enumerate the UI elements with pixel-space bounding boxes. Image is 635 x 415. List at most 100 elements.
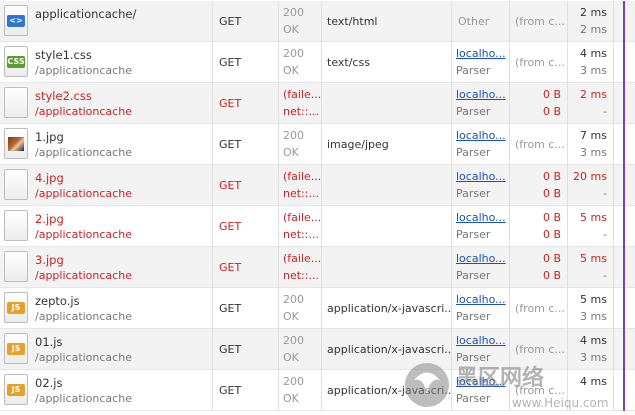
mime-type: application/x-javascri... bbox=[327, 302, 452, 315]
request-name: 1.jpg bbox=[35, 130, 64, 144]
mime-type: text/css bbox=[327, 56, 370, 69]
name-cell[interactable]: JS zepto.js/applicationcache bbox=[0, 288, 213, 329]
status-code: (faile... bbox=[283, 252, 322, 265]
type-cell bbox=[322, 206, 452, 247]
name-cell[interactable]: <> applicationcache/ bbox=[0, 1, 213, 42]
name-cell[interactable]: 4.jpg/applicationcache bbox=[0, 165, 213, 206]
type-cell: text/html bbox=[322, 1, 452, 42]
time-value: 2 ms bbox=[580, 6, 607, 19]
name-cell[interactable]: 2.jpg/applicationcache bbox=[0, 206, 213, 247]
request-method: GET bbox=[219, 179, 242, 192]
type-cell: text/css bbox=[322, 42, 452, 83]
name-cell[interactable]: JS 02.js/applicationcache bbox=[0, 370, 213, 411]
initiator-type: Parser bbox=[456, 228, 491, 241]
file-type-badge: CSS bbox=[7, 56, 25, 68]
type-cell: application/x-javascri... bbox=[322, 288, 452, 329]
request-row[interactable]: 4.jpg/applicationcache GET (faile... net::.… bbox=[0, 165, 635, 206]
initiator-link[interactable]: localho... bbox=[456, 334, 506, 347]
initiator-link[interactable]: localho... bbox=[456, 129, 506, 142]
request-row[interactable]: JS 02.js/applicationcache GET 200 OK applicat… bbox=[0, 370, 635, 411]
request-row[interactable]: <> applicationcache/GET 200 OK text/html Othe… bbox=[0, 1, 635, 42]
request-row[interactable]: 3.jpg/applicationcache GET (faile...net::.… bbox=[0, 247, 635, 288]
size-cell: (from c... bbox=[510, 124, 568, 165]
request-row[interactable]: style2.css/applicationcache GET (faile... n… bbox=[0, 83, 635, 124]
content-size-value: 0 B bbox=[542, 105, 561, 118]
status-code: 200 bbox=[283, 6, 304, 19]
initiator-link[interactable]: localho... bbox=[456, 170, 506, 183]
initiator-link[interactable]: localho... bbox=[456, 47, 506, 60]
size-value: 0 B bbox=[542, 170, 561, 183]
size-cell: (from c... bbox=[510, 1, 568, 42]
status-text: net::... bbox=[283, 187, 319, 200]
request-method: GET bbox=[219, 15, 242, 28]
file-type-badge: JS bbox=[7, 384, 25, 396]
status-code: 200 bbox=[283, 129, 304, 142]
network-request-table: <> applicationcache/GET 200 OK text/html Othe… bbox=[0, 0, 635, 415]
initiator-link[interactable]: localho... bbox=[456, 375, 506, 388]
request-row[interactable]: JS zepto.js/applicationcache GET 200 OK appli… bbox=[0, 288, 635, 329]
initiator-type: Parser bbox=[456, 310, 491, 323]
size-value: (from c... bbox=[515, 15, 565, 28]
status-text: net::... bbox=[283, 269, 319, 282]
timeline-cell bbox=[614, 206, 635, 247]
request-row[interactable]: 2.jpg/applicationcache GET (faile... net::.… bbox=[0, 206, 635, 247]
name-cell[interactable]: JS 01.js/applicationcache bbox=[0, 329, 213, 370]
request-method: GET bbox=[219, 302, 242, 315]
status-cell: 200 OK bbox=[279, 329, 322, 370]
latency-value: - bbox=[603, 228, 607, 241]
request-path: /applicationcache bbox=[35, 187, 132, 200]
request-row[interactable]: 1.jpg/applicationcache GET 200 OK image/jpeg… bbox=[0, 124, 635, 165]
name-cell[interactable]: 1.jpg/applicationcache bbox=[0, 124, 213, 165]
timeline-cell bbox=[614, 124, 635, 165]
initiator-text: Other bbox=[458, 15, 490, 28]
initiator-cell: localho... Parser bbox=[452, 42, 510, 83]
request-path: /applicationcache bbox=[35, 392, 132, 405]
request-name: 4.jpg bbox=[35, 171, 64, 185]
initiator-link[interactable]: localho... bbox=[456, 252, 506, 265]
content-size-value: 0 B bbox=[542, 187, 561, 200]
initiator-link[interactable]: localho... bbox=[456, 211, 506, 224]
time-value: 5 ms bbox=[580, 211, 607, 224]
status-code: 200 bbox=[283, 334, 304, 347]
waterfall-marker bbox=[623, 329, 625, 370]
timeline-cell bbox=[614, 288, 635, 329]
request-method: GET bbox=[219, 220, 242, 233]
request-name: zepto.js bbox=[35, 294, 80, 308]
initiator-type: Parser bbox=[456, 105, 491, 118]
type-cell: image/jpeg bbox=[322, 124, 452, 165]
request-name: style2.css bbox=[35, 89, 92, 103]
size-value: 0 B bbox=[542, 88, 561, 101]
request-method: GET bbox=[219, 56, 242, 69]
request-path: /applicationcache bbox=[35, 64, 132, 77]
initiator-cell: localho... Parser bbox=[452, 165, 510, 206]
size-value: 0 B bbox=[542, 211, 561, 224]
initiator-link[interactable]: localho... bbox=[456, 293, 506, 306]
type-cell bbox=[322, 83, 452, 124]
status-cell: (faile...net::... bbox=[279, 247, 322, 288]
name-cell[interactable]: 3.jpg/applicationcache bbox=[0, 247, 213, 288]
initiator-link[interactable]: localho... bbox=[456, 88, 506, 101]
initiator-type: Parser bbox=[456, 187, 491, 200]
name-cell[interactable]: CSS style1.css/applicationcache bbox=[0, 42, 213, 83]
request-name: 2.jpg bbox=[35, 212, 64, 226]
request-name: 01.js bbox=[35, 335, 63, 349]
request-name: 3.jpg bbox=[35, 253, 64, 267]
size-value: 0 B bbox=[542, 252, 561, 265]
request-row[interactable]: CSS style1.css/applicationcache GET 200 OK te… bbox=[0, 42, 635, 83]
request-method: GET bbox=[219, 261, 242, 274]
waterfall-marker bbox=[623, 124, 625, 165]
time-cell: 7 ms 3 ms bbox=[568, 124, 614, 165]
status-text: OK bbox=[283, 351, 299, 364]
time-value: 5 ms bbox=[580, 252, 607, 265]
request-path: /applicationcache bbox=[35, 105, 132, 118]
request-row[interactable]: JS 01.js/applicationcache GET 200 OK applicat… bbox=[0, 329, 635, 370]
name-cell[interactable]: style2.css/applicationcache bbox=[0, 83, 213, 124]
time-value: 7 ms bbox=[580, 129, 607, 142]
timeline-cell bbox=[614, 247, 635, 288]
size-cell: 0 B0 B bbox=[510, 83, 568, 124]
initiator-type: Parser bbox=[456, 269, 491, 282]
status-text: net::... bbox=[283, 228, 319, 241]
status-text: OK bbox=[283, 146, 299, 159]
method-cell: GET bbox=[213, 206, 279, 247]
initiator-cell: localho... Parser bbox=[452, 83, 510, 124]
